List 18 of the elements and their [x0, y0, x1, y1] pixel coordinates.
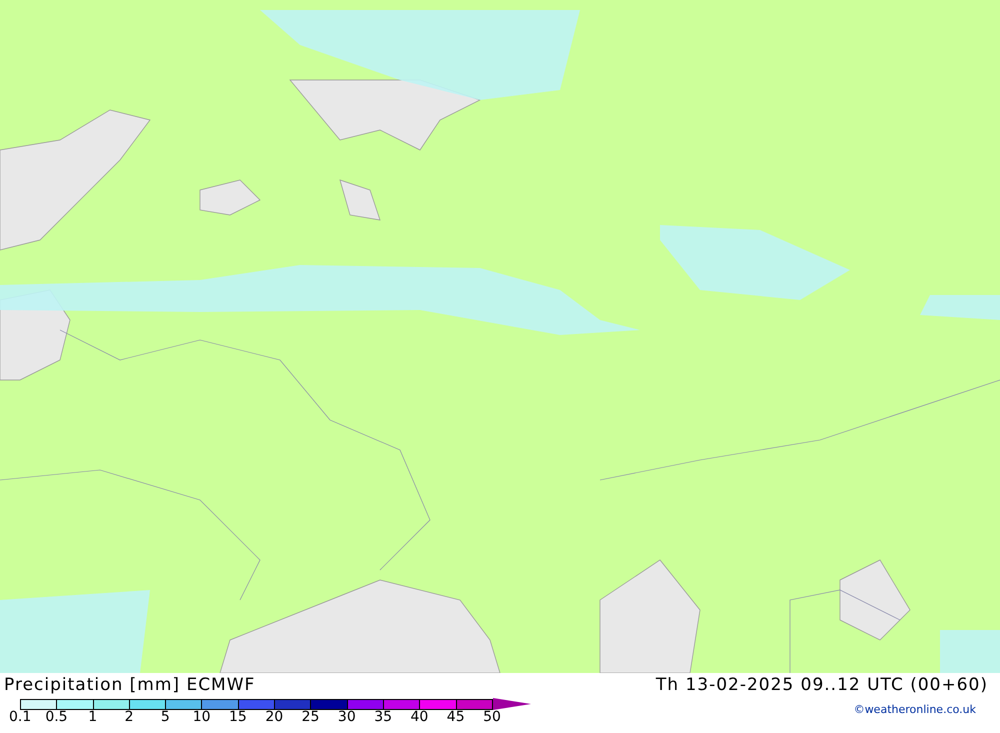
scale-label: 30 — [336, 710, 357, 724]
scale-label: 0.1 — [8, 710, 32, 724]
scale-label: 2 — [124, 710, 134, 724]
scale-label: 40 — [410, 710, 430, 724]
map-title: Precipitation [mm] ECMWF — [4, 677, 256, 694]
scale-label: 10 — [192, 710, 212, 724]
scale-label: 35 — [373, 710, 394, 724]
scale-label: 1 — [87, 710, 98, 724]
scale-label: 45 — [446, 710, 466, 724]
scale-label: 15 — [228, 710, 248, 724]
scale-arrow-icon — [492, 698, 531, 710]
credit-text: ©weatheronline.co.uk — [854, 702, 977, 718]
scale-label: 0.5 — [44, 710, 69, 724]
scale-label: 20 — [264, 710, 284, 724]
scale-label: 5 — [160, 710, 171, 724]
scale-label: 50 — [482, 710, 502, 724]
scale-label: 25 — [300, 710, 320, 724]
valid-time: Th 13-02-2025 09..12 UTC (00+60) — [656, 677, 989, 694]
